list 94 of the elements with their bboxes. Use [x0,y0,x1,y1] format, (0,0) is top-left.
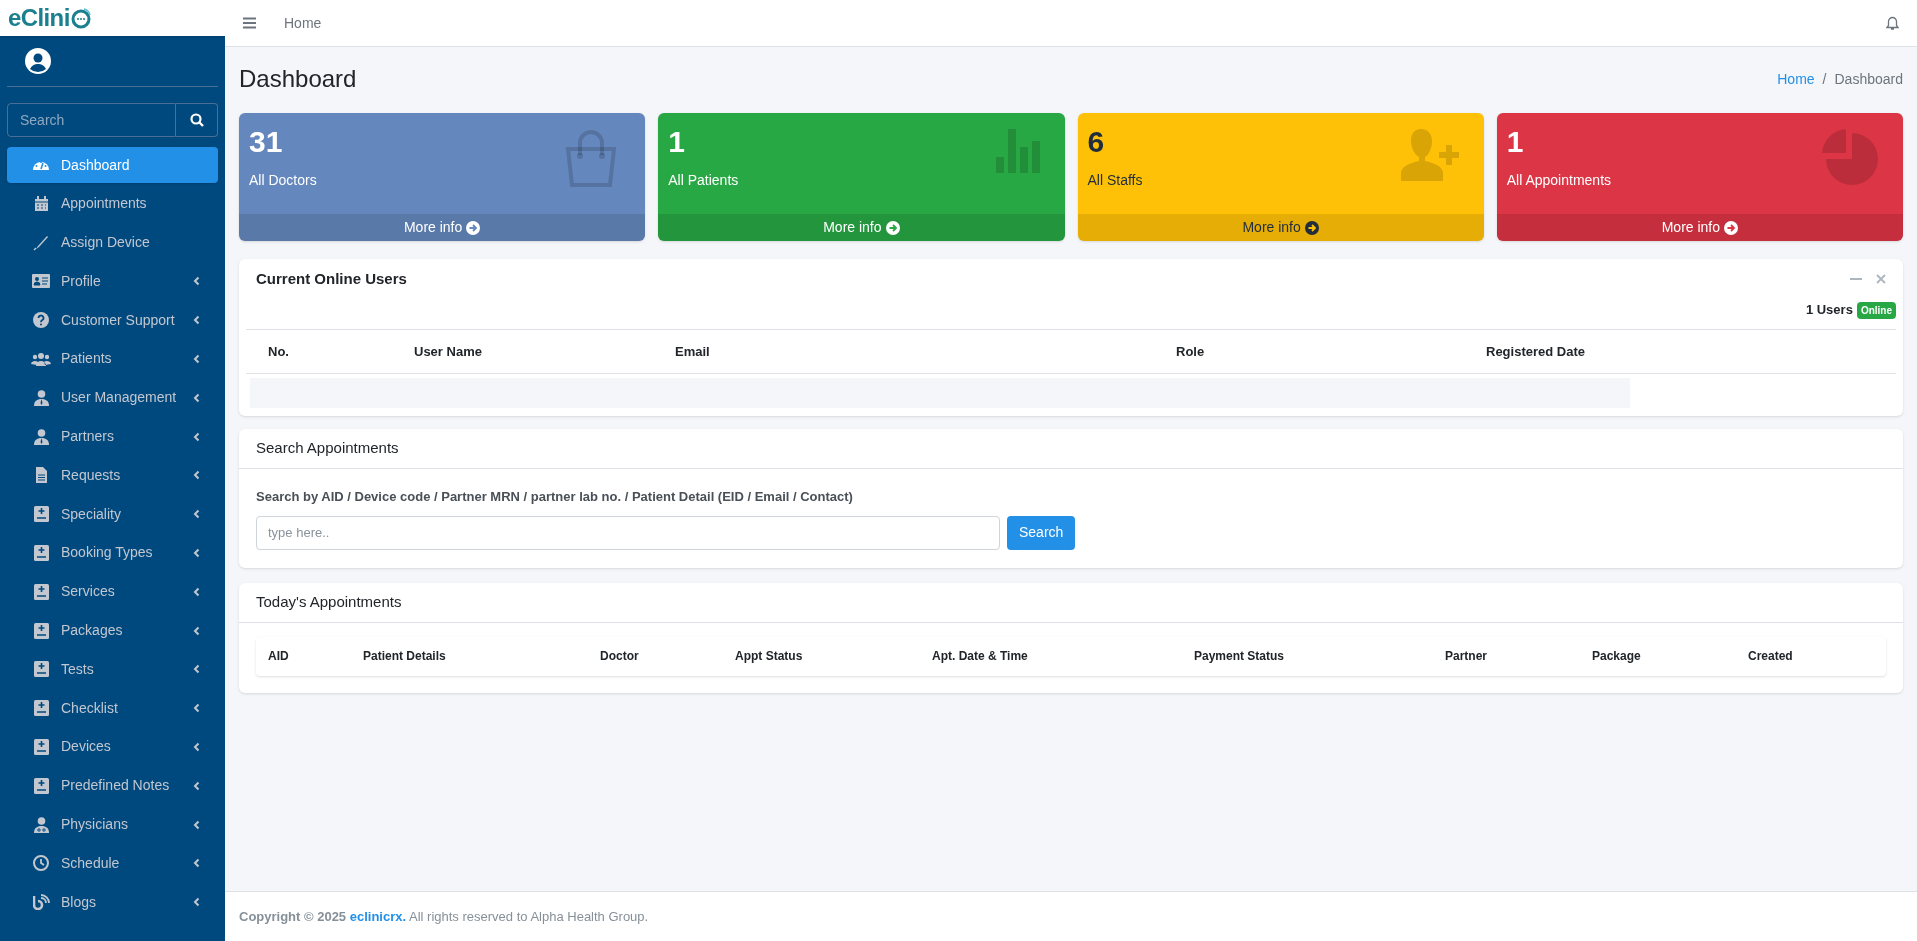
sidebar-search-field[interactable]: Search [7,103,176,137]
medical-book-icon [31,777,51,794]
sidebar-item[interactable]: Appointments [7,185,218,222]
stat-value: 1 [668,124,686,160]
sidebar-item[interactable]: Requests [7,457,218,494]
stat-value: 1 [1506,124,1525,160]
panel-title: Current Online Users [256,268,407,289]
column-header: Apt. Date & Time [932,648,1029,665]
menu-icon[interactable] [243,17,256,29]
sidebar-item[interactable]: Tests [7,651,218,688]
arrow-right-circle-icon [1304,220,1319,235]
stat-label: All Appointments [1506,171,1612,190]
column-header: Registered Date [1486,342,1586,361]
sidebar-item[interactable]: Customer Support [7,302,218,339]
user-tie-icon [31,389,51,406]
notification-bell-icon[interactable] [1886,15,1899,31]
column-header: AID [268,648,290,665]
sidebar-item[interactable]: Services [7,573,218,610]
medical-book-icon [31,738,51,755]
column-header: Email [675,342,711,361]
sidebar-item[interactable]: Devices [7,728,218,765]
search-label: Search by AID / Device code / Partner MRN / partner lab no. / Patient Detail (EID / Email / Contact) [256,488,854,506]
doctor-icon [31,816,51,833]
more-info-link[interactable]: More info [1496,214,1903,241]
medical-book-icon [31,661,51,678]
column-header: Role [1176,342,1206,361]
medical-book-icon [31,506,51,523]
more-info-link[interactable]: More info [658,214,1065,241]
sidebar-item[interactable]: Blogs [7,884,218,921]
medical-book-icon [31,583,51,600]
panel-title: Search Appointments [256,438,399,459]
column-header: Patient Details [363,648,447,665]
stat-value: 6 [1087,124,1106,160]
sidebar-item[interactable]: Dashboard [7,147,218,183]
add-user-icon [1400,129,1459,181]
sidebar-item[interactable]: Schedule [7,845,218,882]
stat-label: All Patients [668,171,739,190]
column-header: Appt Status [735,648,804,665]
sidebar-item[interactable]: Checklist [7,690,218,727]
column-header: Package [1592,648,1642,665]
search-button[interactable] [176,103,218,137]
id-card-icon [31,274,51,289]
medical-book-icon [31,544,51,561]
sidebar-item[interactable]: Partners [7,418,218,455]
column-header: Partner [1445,648,1489,665]
sidebar-item[interactable]: Booking Types [7,534,218,571]
sidebar-item[interactable]: Assign Device [7,224,218,261]
medical-book-icon [31,622,51,639]
company-link[interactable]: eclinicrx. [349,908,407,924]
home-link[interactable]: Home [284,12,322,34]
user-avatar-icon[interactable] [25,48,51,74]
column-header: User Name [414,342,483,361]
breadcrumb-current: Dashboard [1834,69,1903,89]
sidebar-item[interactable]: Profile [7,263,218,300]
search-icon [189,113,204,127]
more-info-link[interactable]: More info [1077,214,1484,241]
breadcrumb-link[interactable]: Home [1777,68,1815,90]
page-title: Dashboard [239,64,357,94]
sidebar-item[interactable]: Predefined Notes [7,767,218,804]
pen-icon [31,234,51,251]
column-header: Payment Status [1194,648,1286,665]
status-badge: Online [1856,301,1896,319]
logo[interactable]: eClini [8,6,92,30]
column-header: No. [268,342,290,361]
column-header: Created [1748,648,1794,665]
medical-book-icon [31,700,51,717]
arrow-right-circle-icon [466,220,481,235]
copyright-text: Copyright © 2025 eclinicrx. All rights reserved to Alpha Health Group. [239,907,649,926]
arrow-right-circle-icon [1724,220,1739,235]
sidebar-item[interactable]: Packages [7,612,218,649]
column-header: Doctor [600,648,640,665]
sidebar-item[interactable]: Physicians [7,806,218,843]
stat-value: 31 [249,124,284,160]
stat-label: All Doctors [249,171,317,190]
pie-chart-icon [1820,129,1878,187]
users-icon [31,352,51,366]
user-tie-icon [31,428,51,445]
blog-icon [31,894,51,911]
arrow-right-circle-icon [885,220,900,235]
sidebar-item[interactable]: Speciality [7,496,218,533]
more-info-link[interactable]: More info [239,214,646,241]
sidebar-item[interactable]: Patients [7,341,218,377]
question-icon [31,312,51,329]
search-button[interactable]: Search [1007,515,1076,550]
clock-icon [31,855,51,872]
panel-title: Today's Appointments [256,591,402,612]
stat-label: All Staffs [1087,171,1143,190]
appointment-search-field[interactable]: type here.. [256,515,1000,550]
speech-bubble-icon [69,7,92,29]
breadcrumb-separator: / [1822,69,1827,89]
users-count: 1 Users [1805,301,1853,320]
bar-chart-icon [995,129,1040,173]
sidebar-item[interactable]: User Management [7,379,218,416]
logo-text: eClini [8,6,70,30]
